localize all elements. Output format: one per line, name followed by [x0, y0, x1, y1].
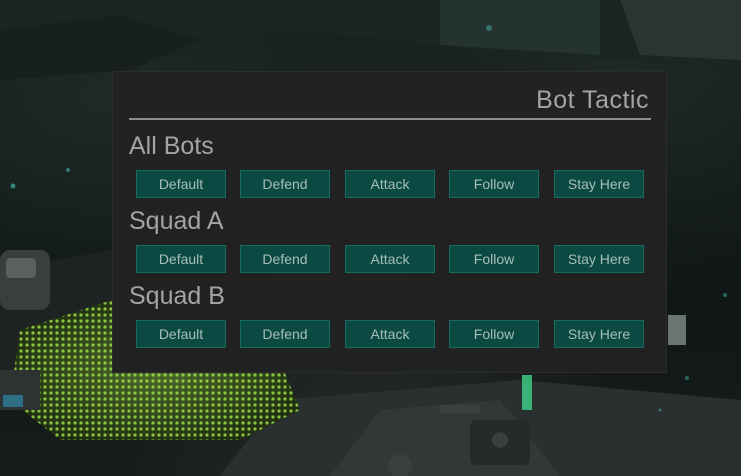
group-label-all-bots: All Bots: [129, 132, 214, 160]
squad-a-stay-here-button[interactable]: Stay Here: [554, 245, 644, 273]
squad-a-attack-button[interactable]: Attack: [345, 245, 435, 273]
all-bots-follow-button[interactable]: Follow: [449, 170, 539, 198]
squad-b-defend-button[interactable]: Defend: [240, 320, 330, 348]
group-label-squad-a: Squad A: [129, 207, 224, 235]
title-divider: [129, 118, 651, 120]
squad-a-defend-button[interactable]: Defend: [240, 245, 330, 273]
panel-title: Bot Tactic: [536, 86, 649, 114]
squad-a-follow-button[interactable]: Follow: [449, 245, 539, 273]
squad-a-default-button[interactable]: Default: [136, 245, 226, 273]
all-bots-attack-button[interactable]: Attack: [345, 170, 435, 198]
squad-b-attack-button[interactable]: Attack: [345, 320, 435, 348]
all-bots-defend-button[interactable]: Defend: [240, 170, 330, 198]
bot-tactic-panel: Bot Tactic All Bots Default Defend Attac…: [112, 71, 667, 373]
button-row-squad-b: Default Defend Attack Follow Stay Here: [136, 320, 646, 348]
button-row-squad-a: Default Defend Attack Follow Stay Here: [136, 245, 646, 273]
squad-b-stay-here-button[interactable]: Stay Here: [554, 320, 644, 348]
all-bots-stay-here-button[interactable]: Stay Here: [554, 170, 644, 198]
button-row-all-bots: Default Defend Attack Follow Stay Here: [136, 170, 646, 198]
squad-b-follow-button[interactable]: Follow: [449, 320, 539, 348]
squad-b-default-button[interactable]: Default: [136, 320, 226, 348]
all-bots-default-button[interactable]: Default: [136, 170, 226, 198]
group-label-squad-b: Squad B: [129, 282, 225, 310]
